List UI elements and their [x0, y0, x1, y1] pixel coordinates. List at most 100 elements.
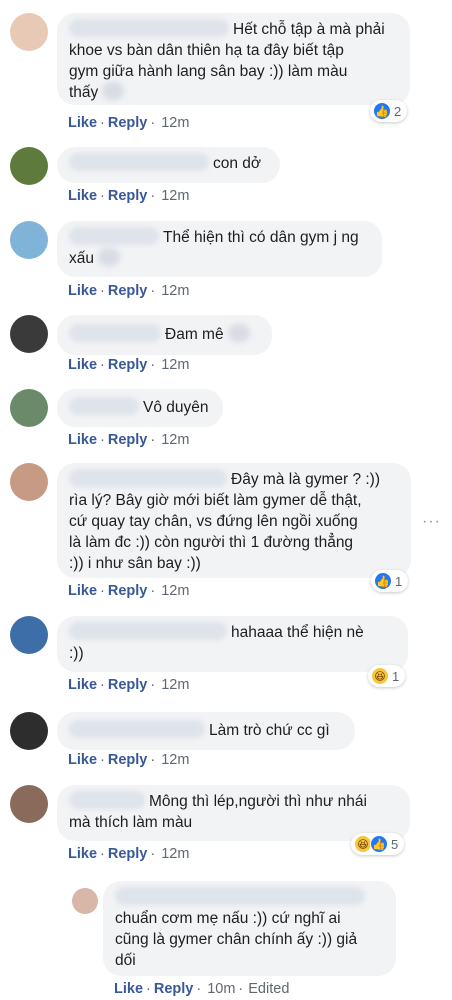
- comment-bubble: Đây mà là gymer ? :)) rìa lý? Bây giờ mớ…: [57, 463, 411, 578]
- reply-link[interactable]: Reply: [108, 752, 148, 768]
- timestamp[interactable]: 12m: [161, 677, 189, 693]
- comment-bubble: Làm trò chứ cc gì: [57, 712, 355, 750]
- reply-link[interactable]: Reply: [108, 846, 148, 862]
- like-link[interactable]: Like: [68, 283, 97, 299]
- comment-text-line: khoe vs bàn dân thiên hạ ta đây biết tập: [69, 42, 344, 59]
- like-link[interactable]: Like: [68, 357, 97, 373]
- timestamp[interactable]: 12m: [161, 357, 189, 373]
- comment-text-line: dối: [115, 952, 136, 969]
- avatar[interactable]: [10, 147, 48, 185]
- timestamp[interactable]: 12m: [161, 432, 189, 448]
- timestamp[interactable]: 12m: [161, 846, 189, 862]
- more-dots-icon[interactable]: ···: [422, 513, 441, 531]
- avatar[interactable]: [10, 463, 48, 501]
- blurred-text: [102, 82, 125, 100]
- author-name-blurred[interactable]: [69, 324, 161, 342]
- reaction-count: 1: [392, 668, 400, 684]
- like-link[interactable]: Like: [68, 846, 97, 862]
- author-name-blurred[interactable]: [69, 397, 139, 415]
- comment-actions: Like · Reply · 12m: [68, 846, 190, 862]
- comment-text-line: Thể hiện thì có dân gym j ng: [163, 229, 359, 246]
- timestamp[interactable]: 12m: [161, 115, 189, 131]
- author-name-blurred[interactable]: [69, 227, 159, 245]
- reply-link[interactable]: Reply: [108, 677, 148, 693]
- comment-text-line: Đây mà là gymer ? :)): [231, 471, 381, 488]
- like-icon: 👍: [370, 835, 388, 853]
- blurred-text: [227, 324, 250, 342]
- author-name-blurred[interactable]: [69, 720, 205, 738]
- comment-actions: Like · Reply · 12m: [68, 115, 190, 131]
- like-link[interactable]: Like: [68, 583, 97, 599]
- avatar[interactable]: [10, 389, 48, 427]
- author-name-blurred[interactable]: [69, 19, 229, 37]
- edited-label[interactable]: Edited: [248, 981, 289, 997]
- comment-actions: Like · Reply · 12m: [68, 357, 190, 373]
- timestamp[interactable]: 12m: [161, 752, 189, 768]
- comment-text-line: gym giữa hành lang sân bay :)) làm màu: [69, 63, 348, 80]
- avatar[interactable]: [10, 712, 48, 750]
- comment-text-line: là làm đc :)) còn người thì 1 đường thẳn…: [69, 534, 354, 551]
- reaction-summary[interactable]: 😆 👍 5: [351, 833, 405, 855]
- reply-link[interactable]: Reply: [108, 188, 148, 204]
- comment-text-line: Đam mê: [165, 326, 224, 343]
- comment-actions: Like · Reply · 10m · Edited: [114, 981, 290, 997]
- author-name-blurred[interactable]: [69, 791, 145, 809]
- comment-text-line: mà thích làm màu: [69, 814, 193, 831]
- like-link[interactable]: Like: [68, 752, 97, 768]
- reaction-summary[interactable]: 👍 1: [371, 570, 409, 592]
- timestamp[interactable]: 12m: [161, 188, 189, 204]
- comment-text-line: con dở: [213, 155, 262, 172]
- comment-actions: Like · Reply · 12m: [68, 432, 190, 448]
- comment-bubble: Đam mê: [57, 315, 272, 355]
- like-icon: 👍: [373, 102, 391, 120]
- comment-actions: Like · Reply · 12m: [68, 752, 190, 768]
- comment-text-line: cứ quay tay chân, vs đứng lên ngồi xuống: [69, 513, 358, 530]
- comment-text-line: thấy: [69, 84, 99, 101]
- reply-link[interactable]: Reply: [108, 115, 148, 131]
- reaction-count: 2: [394, 103, 402, 119]
- comment-text-line: Làm trò chứ cc gì: [209, 722, 330, 739]
- like-link[interactable]: Like: [68, 188, 97, 204]
- blurred-text: [98, 248, 120, 266]
- timestamp[interactable]: 12m: [161, 583, 189, 599]
- comment-bubble: Vô duyên: [57, 389, 223, 427]
- comment-bubble: Thể hiện thì có dân gym j ng xấu: [57, 221, 382, 277]
- author-name-blurred[interactable]: [69, 469, 227, 487]
- comment-text-line: xấu: [69, 250, 94, 267]
- comment-bubble: Mông thì lép,người thì như nhái mà thích…: [57, 785, 410, 841]
- timestamp[interactable]: 12m: [161, 283, 189, 299]
- timestamp[interactable]: 10m: [207, 981, 235, 997]
- comment-bubble: Hết chỗ tập à mà phải khoe vs bàn dân th…: [57, 13, 410, 105]
- like-link[interactable]: Like: [68, 432, 97, 448]
- like-link[interactable]: Like: [68, 677, 97, 693]
- avatar[interactable]: [10, 13, 48, 51]
- haha-icon: 😆: [371, 667, 389, 685]
- reply-link[interactable]: Reply: [154, 981, 194, 997]
- avatar[interactable]: [10, 221, 48, 259]
- comment-bubble: hahaaa thể hiện nè :)): [57, 616, 408, 672]
- like-link[interactable]: Like: [68, 115, 97, 131]
- avatar[interactable]: [10, 315, 48, 353]
- comment-text-line: rìa lý? Bây giờ mới biết làm gymer dễ th…: [69, 492, 362, 509]
- comment-text-line: :)): [69, 645, 84, 662]
- reply-link[interactable]: Reply: [108, 283, 148, 299]
- comment-actions: Like · Reply · 12m: [68, 583, 190, 599]
- avatar[interactable]: [72, 888, 98, 914]
- avatar[interactable]: [10, 785, 48, 823]
- author-name-blurred[interactable]: [69, 153, 209, 171]
- author-name-blurred[interactable]: [115, 887, 365, 905]
- avatar[interactable]: [10, 616, 48, 654]
- like-link[interactable]: Like: [114, 981, 143, 997]
- comment-bubble: con dở: [57, 147, 280, 183]
- like-icon: 👍: [374, 572, 392, 590]
- comment-actions: Like · Reply · 12m: [68, 677, 190, 693]
- reply-link[interactable]: Reply: [108, 432, 148, 448]
- reaction-summary[interactable]: 😆 1: [368, 665, 406, 687]
- author-name-blurred[interactable]: [69, 622, 227, 640]
- reaction-count: 5: [391, 836, 399, 852]
- reply-link[interactable]: Reply: [108, 357, 148, 373]
- reaction-summary[interactable]: 👍 2: [370, 100, 408, 122]
- comment-bubble: chuẩn cơm mẹ nấu :)) cứ nghĩ ai cũng là …: [103, 881, 396, 976]
- comment-text-line: cũng là gymer chân chính ấy :)) giả: [115, 931, 358, 948]
- reply-link[interactable]: Reply: [108, 583, 148, 599]
